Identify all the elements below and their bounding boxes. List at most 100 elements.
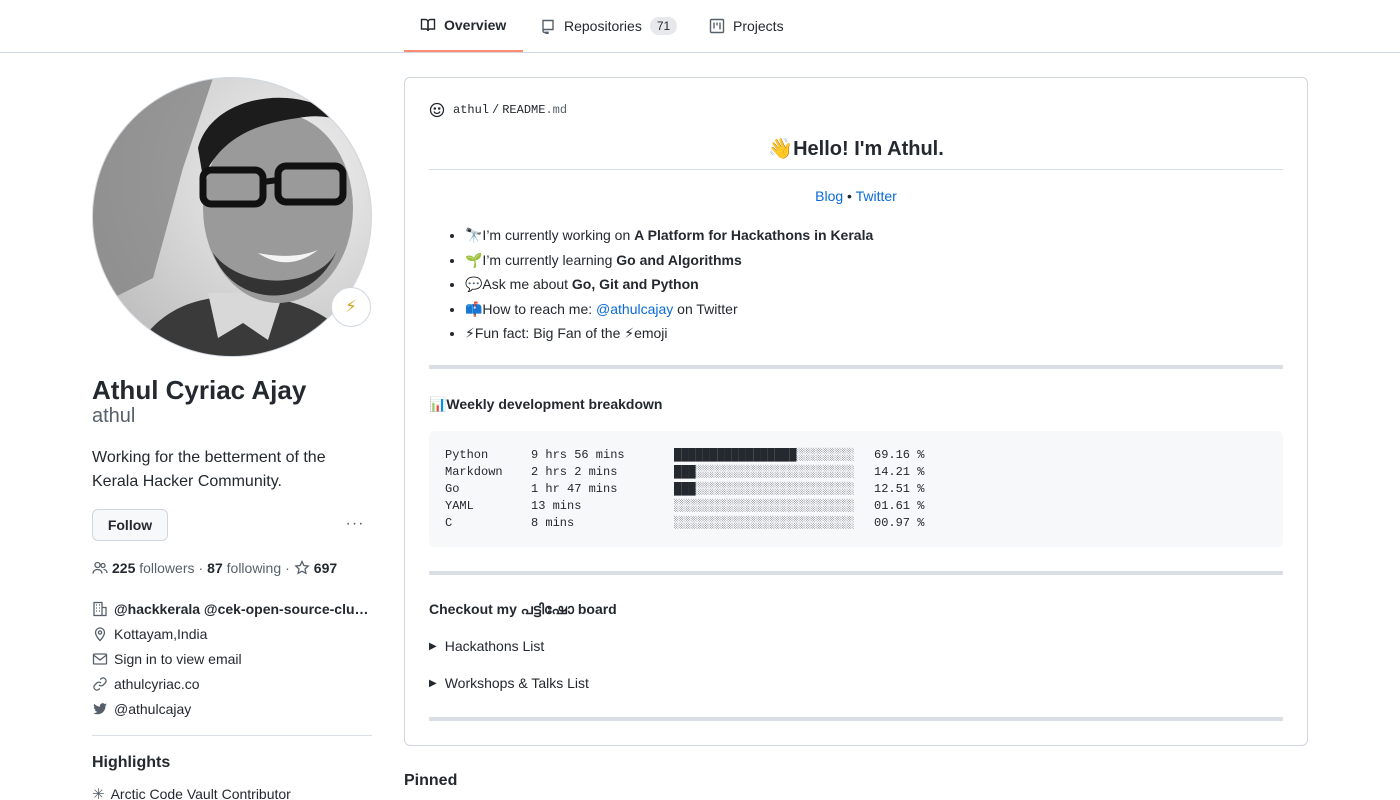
code-time: 13 mins <box>531 499 582 513</box>
avatar[interactable] <box>92 77 372 357</box>
stats-separator: · <box>285 560 290 576</box>
triangle-right-icon: ▶ <box>429 640 437 652</box>
tab-repositories-label: Repositories <box>564 18 642 34</box>
readme-links: Blog • Twitter <box>429 188 1283 204</box>
readme-owner-link[interactable]: athul <box>453 103 489 117</box>
blog-link[interactable]: Blog <box>815 188 843 204</box>
readme-path-separator: / <box>492 103 500 117</box>
sidebar-divider <box>92 735 372 736</box>
highlight-item: ✳ Arctic Code Vault Contributor <box>92 785 291 800</box>
people-icon <box>92 561 108 574</box>
links-separator: • <box>843 188 856 204</box>
code-time: 9 hrs 56 mins <box>531 448 625 462</box>
readme-heading: 👋Hello! I'm Athul. <box>429 136 1283 170</box>
link-icon <box>93 677 107 691</box>
code-pct: 01.61 % <box>874 499 925 513</box>
project-icon <box>709 18 725 34</box>
profile-bio: Working for the betterment of the Kerala… <box>92 449 326 490</box>
follow-stats: 225 followers · 87 following · 697 <box>92 558 337 578</box>
bullet-text: on Twitter <box>673 300 738 317</box>
organization-text[interactable]: @hackkerala @cek-open-source-clu… <box>114 601 369 617</box>
twitter-link[interactable]: @athulcajay <box>114 701 191 717</box>
details-summary: Workshops & Talks List <box>444 675 589 691</box>
horizontal-rule <box>429 571 1283 575</box>
list-item: 📫How to reach me: @athulcajay on Twitter <box>465 297 873 322</box>
details-workshops-list[interactable]: ▶ Workshops & Talks List <box>429 675 589 691</box>
code-lang: Markdown <box>445 465 503 479</box>
readme-card: athul / README.md 👋Hello! I'm Athul. Blog … <box>404 77 1308 746</box>
vcard-organization: @hackkerala @cek-open-source-clu… <box>92 599 382 619</box>
following-label: following <box>226 560 282 576</box>
pinned-heading: Pinned <box>404 772 458 789</box>
followers-label: followers <box>139 560 195 576</box>
list-item: ⚡Fun fact: Big Fan of the ⚡emoji <box>465 321 873 346</box>
readme-file-ext: .md <box>545 103 568 117</box>
readme-file-link[interactable]: README.md <box>502 103 567 117</box>
tab-overview[interactable]: Overview <box>404 0 523 52</box>
status-emoji-button[interactable]: ⚡ <box>331 287 371 327</box>
twitter-icon <box>93 703 107 715</box>
code-lang: Python <box>445 448 489 462</box>
code-pct: 69.16 % <box>874 448 925 462</box>
email-link[interactable]: Sign in to view email <box>114 651 242 667</box>
location-text: Kottayam,India <box>114 626 208 642</box>
twitter-handle-link[interactable]: @athulcajay <box>596 301 673 317</box>
profile-username: athul <box>92 405 136 427</box>
bullet-text: 📫How to reach me: <box>465 300 597 317</box>
code-row: Python 9 hrs 56 mins █████████████████░░░░… <box>445 447 1267 464</box>
code-row: Markdown 2 hrs 2 mins ███░░░░░░░░░░░░░░░░░… <box>445 464 1267 481</box>
smiley-icon <box>429 102 445 118</box>
details-hackathons-list[interactable]: ▶ Hackathons List <box>429 638 544 654</box>
vcard-email: Sign in to view email <box>92 649 382 669</box>
board-title: Checkout my പട്ടിഷോ board <box>429 601 617 617</box>
bullet-text: ⚡Fun fact: Big Fan of the ⚡emoji <box>465 325 668 341</box>
triangle-right-icon: ▶ <box>429 677 437 689</box>
following-link[interactable]: 87 following <box>207 560 281 576</box>
list-item: 🌱I’m currently learning Go and Algorithm… <box>465 248 873 273</box>
code-time: 2 hrs 2 mins <box>531 465 618 479</box>
code-lang: Go <box>445 482 460 496</box>
following-count: 87 <box>207 560 223 576</box>
code-pct: 12.51 % <box>874 482 925 496</box>
book-icon <box>420 18 436 32</box>
more-options-button[interactable]: ··· <box>343 514 367 534</box>
code-time: 8 mins <box>531 516 575 530</box>
tab-repositories[interactable]: Repositories 71 <box>540 0 678 52</box>
tab-overview-label: Overview <box>444 17 507 33</box>
weekly-breakdown-title: 📊Weekly development breakdown <box>429 396 663 412</box>
vcard-website: athulcyriac.co <box>92 674 382 694</box>
code-bar: ███░░░░░░░░░░░░░░░░░░░░░░ <box>674 465 855 479</box>
code-row: C 8 mins ░░░░░░░░░░░░░░░░░░░░░░░░░ 00.97 % <box>445 515 1267 532</box>
code-bar: █████████████████░░░░░░░░ <box>674 448 855 462</box>
highlights-title: Highlights <box>92 754 171 771</box>
horizontal-rule <box>429 717 1283 721</box>
profile-tab-nav: Overview Repositories 71 Projects <box>0 0 1400 53</box>
tab-projects-label: Projects <box>733 18 784 34</box>
bullet-text: 🌱I’m currently learning <box>465 251 617 268</box>
horizontal-rule <box>429 365 1283 369</box>
code-bar: ░░░░░░░░░░░░░░░░░░░░░░░░░ <box>674 499 855 513</box>
location-icon <box>94 627 106 642</box>
website-link[interactable]: athulcyriac.co <box>114 676 200 692</box>
stars-count: 697 <box>313 560 338 576</box>
followers-link[interactable]: 225 followers <box>112 560 195 576</box>
profile-fullname: Athul Cyriac Ajay <box>92 375 307 405</box>
code-bar: ███░░░░░░░░░░░░░░░░░░░░░░ <box>674 482 855 496</box>
highlight-label: Arctic Code Vault Contributor <box>110 786 291 800</box>
followers-count: 225 <box>112 560 136 576</box>
code-pct: 00.97 % <box>874 516 925 530</box>
code-lang: YAML <box>445 499 474 513</box>
follow-button[interactable]: Follow <box>92 509 168 541</box>
bullet-bold: A Platform for Hackathons in Kerala <box>634 227 874 243</box>
code-time: 1 hr 47 mins <box>531 482 618 496</box>
stats-separator: · <box>198 560 204 576</box>
tab-projects[interactable]: Projects <box>709 0 784 52</box>
twitter-readme-link[interactable]: Twitter <box>856 188 897 204</box>
readme-path: athul / README.md <box>429 102 567 118</box>
bullet-bold: Go and Algorithms <box>616 251 742 268</box>
bullet-bold: Go, Git and Python <box>571 276 699 292</box>
stars-link[interactable]: 697 <box>294 560 337 576</box>
organization-icon <box>93 601 107 617</box>
vcard-location: Kottayam,India <box>92 624 382 644</box>
code-row: YAML 13 mins ░░░░░░░░░░░░░░░░░░░░░░░░░ 01.6… <box>445 498 1267 515</box>
